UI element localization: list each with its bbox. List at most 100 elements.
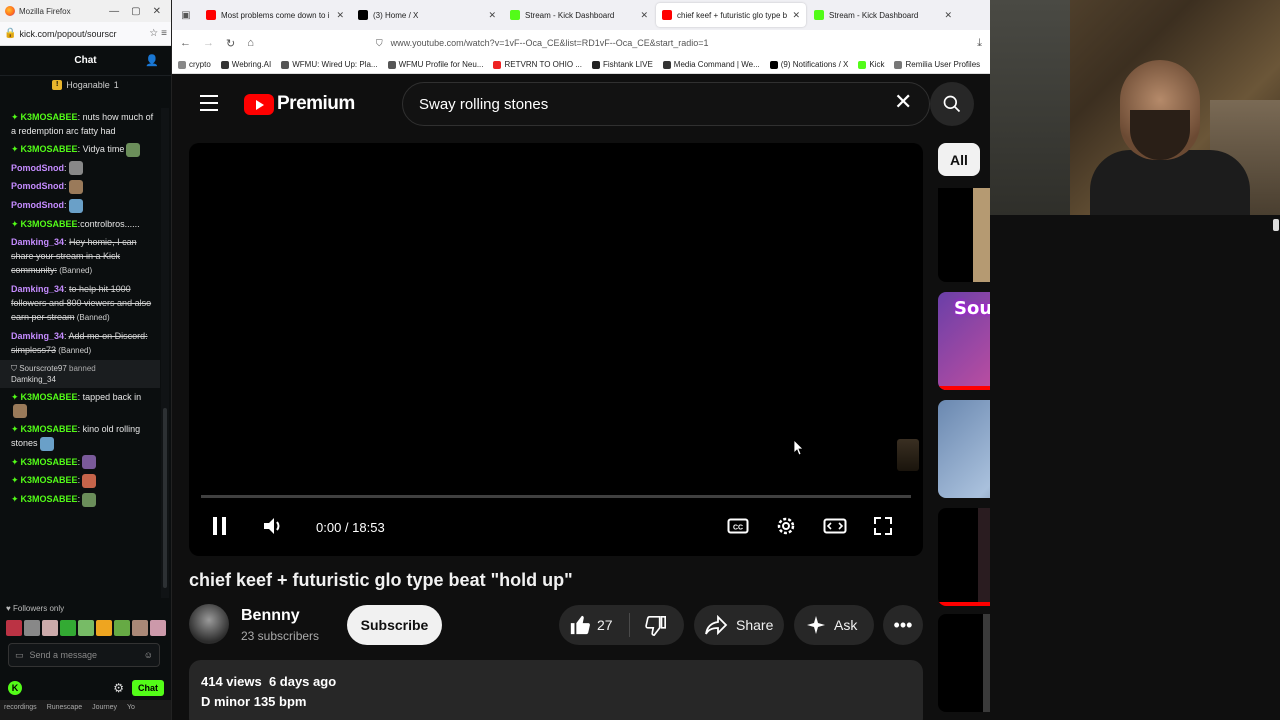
chat-message-input[interactable]: ▭ Send a message ☺ <box>8 643 160 667</box>
users-icon[interactable]: 👤 <box>145 54 159 67</box>
chat-username[interactable]: K3MOSABEE <box>21 494 78 504</box>
channel-avatar[interactable] <box>189 604 229 644</box>
chat-message[interactable]: ✦ K3MOSABEE: <box>0 471 160 490</box>
emote-icon[interactable] <box>150 620 166 636</box>
emote-icon[interactable] <box>24 620 40 636</box>
like-button[interactable] <box>569 614 591 639</box>
chat-message[interactable]: PomodSnod: <box>0 177 160 196</box>
star-icon[interactable]: ☆ <box>149 28 158 39</box>
emote-icon[interactable] <box>132 620 148 636</box>
tab-close-icon[interactable]: ✕ <box>488 10 496 21</box>
chat-message[interactable]: PomodSnod: <box>0 159 160 178</box>
maximize-icon[interactable]: ▢ <box>131 6 140 17</box>
bookmark-item[interactable]: WFMU Profile for Neu... <box>387 60 483 69</box>
forward-icon[interactable]: → <box>203 37 214 49</box>
chat-message[interactable]: ✦ K3MOSABEE: tapped back in <box>0 388 160 421</box>
recommendation-thumbnail[interactable]: ♪ 2:38 <box>938 400 990 498</box>
kick-logo-icon[interactable]: K <box>8 681 22 695</box>
mod-user[interactable]: ⛉ Sourscrote97 <box>11 364 69 373</box>
chat-username[interactable]: K3MOSABEE <box>21 475 78 485</box>
settings-icon[interactable] <box>775 515 797 542</box>
bookmark-item[interactable]: Media Command | We... <box>662 60 760 69</box>
browser-tab[interactable]: Stream - Kick Dashboard ✕ <box>808 3 958 27</box>
tab-list-icon[interactable]: ▣ <box>172 10 200 21</box>
chat-message[interactable]: Damking_34: Hey homie, I can share your … <box>0 233 160 280</box>
chat-scrollbar[interactable] <box>161 108 169 598</box>
taskbar-item[interactable]: Yo <box>127 704 135 716</box>
chat-username[interactable]: K3MOSABEE <box>21 219 78 229</box>
address-bar[interactable]: ⛉ www.youtube.com/watch?v=1vF--Oca_CE&li… <box>376 38 965 49</box>
chat-message[interactable]: ✦ K3MOSABEE: <box>0 453 160 472</box>
chat-username[interactable]: K3MOSABEE <box>21 112 78 122</box>
channel-name[interactable]: Bennny <box>241 607 300 625</box>
emote-icon[interactable] <box>96 620 112 636</box>
bookmark-item[interactable]: Kick <box>858 60 884 69</box>
theater-icon[interactable] <box>823 515 847 542</box>
chat-message[interactable]: ✦ K3MOSABEE: Vidya time <box>0 140 160 159</box>
recommendation-thumbnail[interactable]: ♪ 3:53 <box>938 508 990 606</box>
search-input[interactable]: Sway rolling stones <box>402 82 930 126</box>
search-query[interactable]: Sway rolling stones <box>419 96 548 113</box>
cc-icon[interactable]: CC <box>727 515 749 542</box>
tab-close-icon[interactable]: ✕ <box>336 10 344 21</box>
taskbar-item[interactable]: Runescape <box>47 704 82 716</box>
emote-icon[interactable] <box>6 620 22 636</box>
tab-close-icon[interactable]: ✕ <box>640 10 648 21</box>
chip-all[interactable]: All <box>938 143 980 176</box>
emote-row[interactable] <box>6 620 166 636</box>
close-window-icon[interactable]: ✕ <box>153 6 161 17</box>
browser-tab[interactable]: Stream - Kick Dashboard ✕ <box>504 3 654 27</box>
subscribe-button[interactable]: Subscribe <box>347 605 442 645</box>
pinned-user[interactable]: ! Hoganable 1 <box>0 76 171 94</box>
dislike-button[interactable] <box>645 615 667 640</box>
recommendation-thumbnail[interactable]: Soundtrack♪ 18:53 <box>938 292 990 390</box>
emote-icon[interactable] <box>114 620 130 636</box>
bookmark-item[interactable]: (9) Notifications / X <box>769 60 848 69</box>
chat-send-button[interactable]: Chat <box>132 680 164 696</box>
search-button[interactable] <box>930 82 974 126</box>
mod-target[interactable]: Damking_34 <box>11 375 56 384</box>
chat-username[interactable]: K3MOSABEE <box>21 424 78 434</box>
chat-username[interactable]: Damking_34 <box>11 237 64 247</box>
chat-username[interactable]: K3MOSABEE <box>21 392 78 402</box>
tab-close-icon[interactable]: ✕ <box>944 10 952 21</box>
more-actions-button[interactable]: ••• <box>883 605 923 645</box>
gear-icon[interactable]: ⚙ <box>113 681 124 695</box>
emote-icon[interactable] <box>60 620 76 636</box>
emote-icon[interactable] <box>78 620 94 636</box>
menu-icon[interactable]: ≡ <box>161 28 167 39</box>
chat-message[interactable]: ✦ K3MOSABEE: nuts how much of a redemptio… <box>0 108 160 140</box>
chat-message[interactable]: PomodSnod: <box>0 196 160 215</box>
video-description[interactable]: 414 views 6 days ago D minor 135 bpm <box>189 660 923 720</box>
chat-message[interactable]: Damking_34: to help hit 1000 followers a… <box>0 280 160 327</box>
youtube-logo[interactable]: Premium <box>244 93 355 115</box>
fullscreen-icon[interactable] <box>872 515 894 542</box>
close-icon[interactable]: ✕ <box>894 90 912 114</box>
pause-icon[interactable] <box>211 515 229 542</box>
smile-icon[interactable]: ☺ <box>144 650 153 660</box>
chat-username[interactable]: K3MOSABEE <box>21 457 78 467</box>
share-button[interactable]: Share <box>694 605 784 645</box>
bookmark-item[interactable]: WFMU: Wired Up: Pla... <box>281 60 378 69</box>
browser-tab[interactable]: chief keef + futuristic glo type b ✕ <box>656 3 806 27</box>
chat-username[interactable]: PomodSnod <box>11 163 64 173</box>
page-scrollbar[interactable] <box>1272 215 1280 720</box>
chat-username[interactable]: Damking_34 <box>11 284 64 294</box>
back-icon[interactable]: ← <box>180 37 191 49</box>
chat-url-bar[interactable]: 🔒 kick.com/popout/sourscr ☆ ≡ <box>0 22 171 46</box>
address-url[interactable]: www.youtube.com/watch?v=1vF--Oca_CE&list… <box>391 38 709 49</box>
browser-tab[interactable]: (3) Home / X ✕ <box>352 3 502 27</box>
chat-message[interactable]: ✦ K3MOSABEE:controlbros...... <box>0 215 160 233</box>
taskbar-item[interactable]: Journey <box>92 704 117 716</box>
browser-tab[interactable]: Most problems come down to i ✕ <box>200 3 350 27</box>
chat-message[interactable]: Damking_34: Add me on Discord: simpless7… <box>0 327 160 360</box>
video-player[interactable]: 0:00 / 18:53 CC <box>189 143 923 556</box>
ask-button[interactable]: Ask <box>794 605 874 645</box>
pocket-icon[interactable]: ⤓ <box>977 37 982 50</box>
chat-username[interactable]: K3MOSABEE <box>21 144 78 154</box>
minimize-icon[interactable]: — <box>109 6 119 17</box>
bookmark-item[interactable]: crypto <box>178 60 211 69</box>
bookmark-item[interactable]: Remilia User Profiles <box>894 60 980 69</box>
chat-url[interactable]: kick.com/popout/sourscr <box>19 29 146 39</box>
home-icon[interactable]: ⌂ <box>247 37 254 49</box>
